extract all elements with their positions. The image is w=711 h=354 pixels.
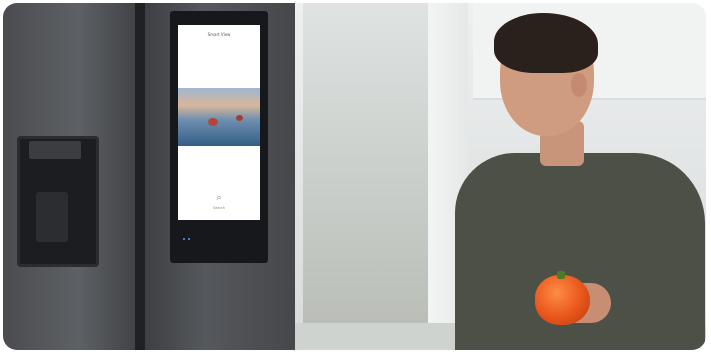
- screen-photo-rock: [236, 115, 243, 121]
- screen-photo: [178, 88, 260, 146]
- window: [303, 3, 433, 333]
- pepper-stem: [557, 271, 565, 279]
- screen-photo-rock: [208, 118, 218, 126]
- water-dispenser: [17, 136, 99, 267]
- dispenser-paddle: [36, 192, 68, 242]
- dispenser-control-panel: [29, 141, 81, 159]
- screen-indicator-lights: [183, 225, 193, 240]
- screen-caption: Search: [212, 206, 226, 210]
- fridge-door-gap: [135, 3, 145, 350]
- person-hair: [494, 13, 598, 73]
- screen-title: Smart View: [207, 32, 231, 37]
- fridge-touchscreen: Smart View ⌕ Search: [178, 25, 260, 220]
- red-bell-pepper: [535, 275, 590, 325]
- person-ear: [571, 73, 587, 97]
- photo-frame: Smart View ⌕ Search: [3, 3, 706, 350]
- search-icon: ⌕: [216, 193, 222, 203]
